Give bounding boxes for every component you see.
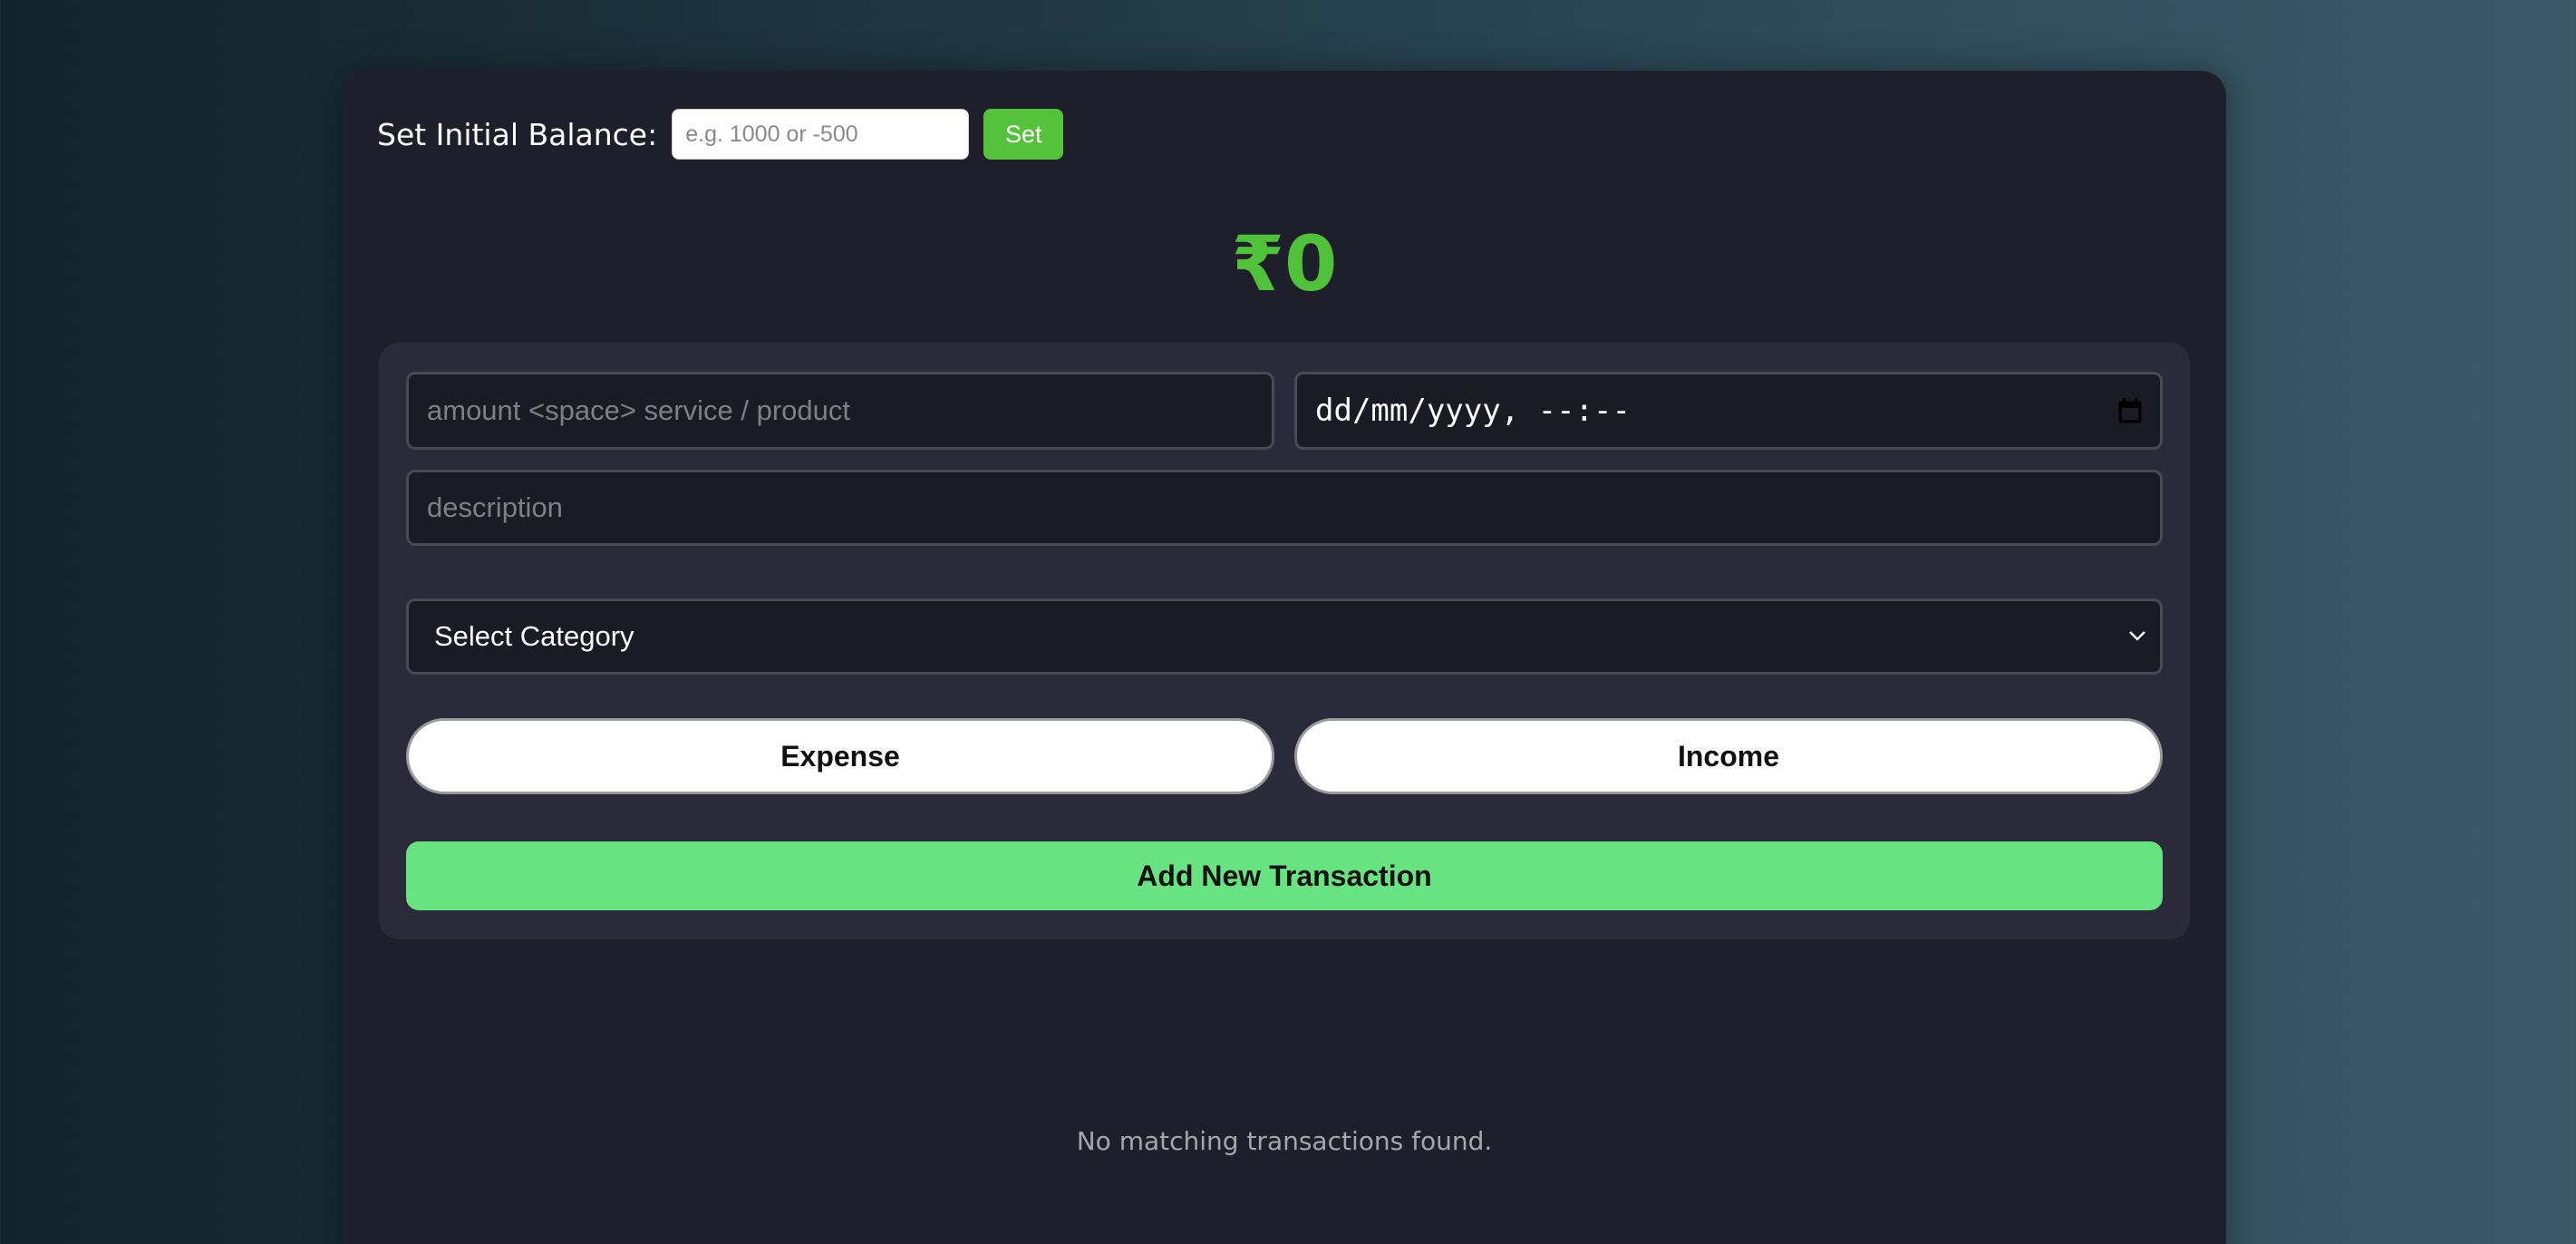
calendar-icon[interactable] bbox=[2118, 398, 2142, 423]
empty-transactions-message: No matching transactions found. bbox=[1076, 1126, 1493, 1156]
chevron-down-icon bbox=[2127, 628, 2147, 646]
category-selected-value: Select Category bbox=[434, 620, 634, 652]
expense-tracker-card: Set Initial Balance: Set ₹0 dd/mm/yyyy, … bbox=[343, 71, 2226, 1244]
category-select[interactable]: Select Category bbox=[406, 598, 2163, 675]
initial-balance-label: Set Initial Balance: bbox=[377, 116, 658, 152]
current-balance: ₹0 bbox=[1231, 219, 1338, 308]
amount-input[interactable] bbox=[406, 372, 1274, 450]
transaction-form: dd/mm/yyyy, --:-- Select Category Expens… bbox=[379, 343, 2190, 939]
description-input[interactable] bbox=[406, 470, 2163, 546]
set-balance-button[interactable]: Set bbox=[983, 109, 1064, 160]
initial-balance-row: Set Initial Balance: Set bbox=[377, 107, 1064, 161]
datetime-value: dd/mm/yyyy, --:-- bbox=[1315, 393, 1631, 429]
income-button[interactable]: Income bbox=[1294, 718, 2163, 794]
datetime-input[interactable]: dd/mm/yyyy, --:-- bbox=[1294, 372, 2163, 450]
initial-balance-input[interactable] bbox=[672, 109, 970, 160]
add-transaction-button[interactable]: Add New Transaction bbox=[406, 841, 2163, 910]
expense-button[interactable]: Expense bbox=[406, 718, 1274, 794]
